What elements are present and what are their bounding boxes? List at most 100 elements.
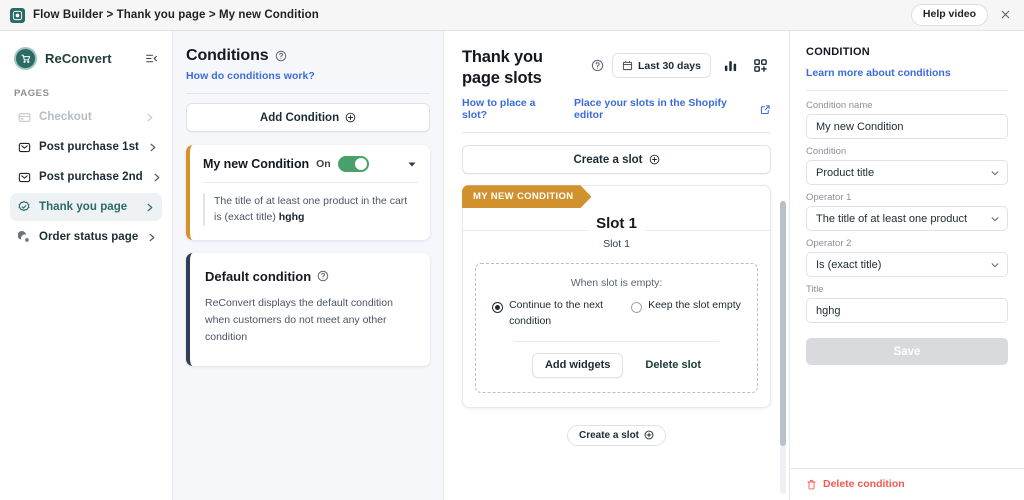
center-header: Thank you page slots Last 30 days: [462, 47, 771, 88]
conditions-header: Conditions: [186, 47, 430, 65]
shopify-editor-link[interactable]: Place your slots in the Shopify editor: [574, 97, 771, 121]
slot-title: Slot 1: [588, 215, 645, 233]
sidebar-item-post-purchase-1st[interactable]: Post purchase 1st: [10, 133, 162, 161]
radio-continue-next-condition[interactable]: Continue to the next condition: [492, 298, 609, 330]
sidebar-item-post-purchase-2nd[interactable]: Post purchase 2nd: [10, 163, 162, 191]
field-operator-2: Operator 2 Is (exact title): [806, 238, 1008, 277]
sidebar-item-order-status-page[interactable]: Order status page: [10, 223, 162, 251]
default-condition-header: Default condition: [190, 253, 430, 284]
sidebar-item-thank-you-page[interactable]: Thank you page: [10, 193, 162, 221]
breadcrumb: Flow Builder > Thank you page > My new C…: [33, 9, 319, 21]
center-toolbar: Last 30 days: [591, 47, 771, 78]
divider: [514, 340, 719, 342]
radio-button[interactable]: [631, 302, 643, 314]
caret-down-icon[interactable]: [406, 158, 418, 170]
close-icon[interactable]: [996, 6, 1014, 24]
field-condition: Condition Product title: [806, 146, 1008, 185]
delete-slot-button[interactable]: Delete slot: [645, 359, 701, 371]
operator-1-select[interactable]: The title of at least one product: [806, 206, 1008, 231]
condition-enabled-toggle[interactable]: [337, 156, 369, 172]
how-conditions-work-link[interactable]: How do conditions work?: [186, 70, 430, 82]
plus-circle-icon: [649, 154, 660, 165]
panel-title: CONDITION: [806, 46, 870, 58]
divider: [806, 90, 1008, 91]
sidebar-brand: ReConvert: [10, 34, 162, 82]
brand-name: ReConvert: [45, 50, 112, 66]
create-slot-pill-button[interactable]: Create a slot: [566, 424, 667, 446]
chevron-right-icon: [146, 232, 157, 243]
condition-settings-panel: CONDITION Learn more about conditions Co…: [790, 31, 1024, 500]
reconvert-logo-icon: [10, 7, 25, 23]
center-scrollbar-thumb[interactable]: [780, 201, 786, 446]
add-widgets-button[interactable]: Add widgets: [531, 352, 624, 378]
collapse-sidebar-icon[interactable]: [145, 52, 158, 65]
condition-toggle-label: On: [316, 158, 331, 170]
top-bar: Flow Builder > Thank you page > My new C…: [0, 0, 1024, 31]
envelope-icon: [17, 140, 31, 154]
center-panel: Thank you page slots Last 30 days How to…: [444, 31, 790, 500]
slot-empty-settings: When slot is empty: Continue to the next…: [475, 263, 758, 393]
bar-chart-icon[interactable]: [719, 55, 741, 77]
date-range-selector[interactable]: Last 30 days: [611, 53, 711, 78]
condition-name-input[interactable]: [806, 114, 1008, 139]
app-root: Flow Builder > Thank you page > My new C…: [0, 0, 1024, 500]
divider: [462, 132, 771, 134]
radio-button[interactable]: [492, 302, 504, 314]
radio-keep-slot-empty[interactable]: Keep the slot empty: [631, 298, 741, 330]
save-button[interactable]: Save: [806, 338, 1008, 365]
condition-card-my-new-condition[interactable]: My new Condition On The title of at leas…: [186, 145, 430, 240]
external-link-icon: [760, 104, 771, 115]
condition-description: The title of at least one product in the…: [214, 193, 417, 226]
sidebar-item-label: Checkout: [39, 111, 92, 123]
help-video-button[interactable]: Help video: [910, 4, 988, 26]
field-label: Condition: [806, 146, 847, 157]
sidebar-item-checkout[interactable]: Checkout: [10, 103, 162, 131]
delete-condition-button[interactable]: Delete condition: [823, 478, 905, 490]
operator-2-select-wrap: Is (exact title): [806, 252, 1008, 277]
field-title: Title: [806, 284, 1008, 323]
add-widget-grid-icon[interactable]: [749, 55, 771, 77]
sidebar-item-label: Thank you page: [39, 201, 128, 213]
main-columns: ReConvert PAGES Checkout Post purchase 1…: [0, 31, 1024, 500]
create-slot-button[interactable]: Create a slot: [462, 145, 771, 175]
condition-description-text: The title of at least one product in the…: [214, 195, 408, 224]
plus-circle-icon: [345, 112, 356, 123]
sidebar-item-label: Order status page: [39, 231, 139, 243]
condition-card-default[interactable]: Default condition ReConvert displays the…: [186, 252, 430, 367]
field-label: Operator 2: [806, 238, 852, 249]
field-label: Title: [806, 284, 824, 295]
divider: [186, 93, 430, 94]
page-title: Thank you page slots: [462, 48, 543, 87]
field-label: Operator 1: [806, 192, 852, 203]
create-slot-pill-label: Create a slot: [578, 429, 640, 441]
how-to-place-slot-link[interactable]: How to place a slot?: [462, 97, 562, 121]
add-condition-label: Add Condition: [259, 111, 340, 124]
plus-circle-icon: [644, 430, 654, 440]
date-range-label: Last 30 days: [637, 59, 701, 72]
quote-bar: [203, 193, 205, 226]
slot-subtitle: Slot 1: [603, 238, 630, 251]
radio-label: Continue to the next condition: [509, 299, 604, 327]
top-bar-actions: Help video: [910, 4, 1014, 26]
chevron-right-icon: [151, 172, 162, 183]
add-condition-button[interactable]: Add Condition: [186, 103, 430, 132]
conditions-title: Conditions: [186, 47, 269, 64]
chevron-right-icon: [147, 142, 158, 153]
operator-2-select[interactable]: Is (exact title): [806, 252, 1008, 277]
question-circle-icon[interactable]: [591, 59, 604, 72]
question-circle-icon[interactable]: [275, 50, 287, 62]
condition-select[interactable]: Product title: [806, 160, 1008, 185]
default-condition-text: ReConvert displays the default condition…: [205, 296, 393, 344]
field-operator-1: Operator 1 The title of at least one pro…: [806, 192, 1008, 231]
question-circle-icon[interactable]: [317, 270, 329, 282]
center-scrollbar-track[interactable]: [780, 201, 786, 494]
sidebar-item-label: Post purchase 2nd: [39, 171, 143, 183]
field-condition-name: Condition name: [806, 100, 1008, 139]
title-input[interactable]: [806, 298, 1008, 323]
sidebar-item-label: Post purchase 1st: [39, 141, 139, 153]
create-slot-label: Create a slot: [573, 153, 643, 166]
check-badge-icon: [17, 200, 31, 214]
trash-icon[interactable]: [806, 479, 817, 490]
learn-more-conditions-link[interactable]: Learn more about conditions: [806, 67, 1008, 79]
slot-actions: Add widgets Delete slot: [486, 352, 747, 378]
